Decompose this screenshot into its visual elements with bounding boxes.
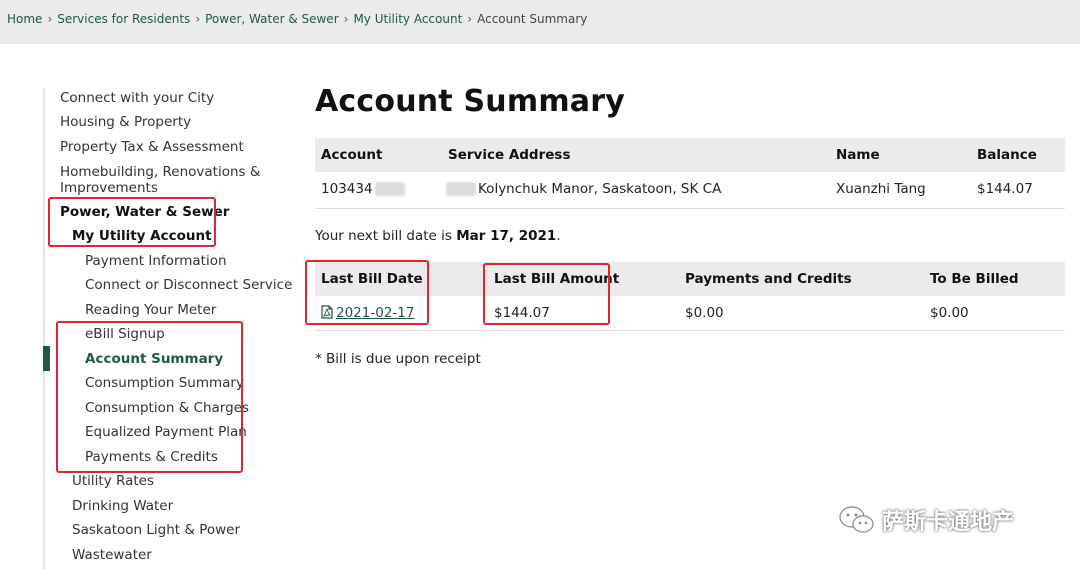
breadcrumb-separator: › — [343, 12, 349, 26]
breadcrumb-my-utility-account[interactable]: My Utility Account — [353, 12, 462, 26]
highlight-box-last-bill-date — [305, 260, 429, 325]
column-header-name: Name — [836, 147, 880, 163]
breadcrumb-separator: › — [195, 12, 201, 26]
redacted-mask — [374, 182, 405, 196]
highlight-box-power-water-sewer — [48, 197, 216, 247]
payments-credits-amount: $0.00 — [685, 305, 724, 321]
sidebar-item-connect-with-your-city[interactable]: Connect with your City — [60, 90, 214, 106]
breadcrumb: Home › Services for Residents › Power, Water… — [0, 0, 1080, 44]
column-header-service-address: Service Address — [448, 147, 571, 163]
breadcrumb-current-page: Account Summary — [477, 12, 588, 26]
service-address: Kolynchuk Manor, Saskatoon, SK CA — [478, 181, 722, 197]
account-table-header — [315, 138, 1065, 172]
next-bill-suffix: . — [556, 228, 561, 244]
account-number-cell: 103434 — [321, 181, 405, 197]
sidebar-item-drinking-water[interactable]: Drinking Water — [72, 498, 173, 514]
sidebar-item-saskatoon-light-power[interactable]: Saskatoon Light & Power — [72, 522, 240, 538]
wechat-icon — [839, 506, 874, 533]
active-item-marker — [43, 346, 50, 371]
breadcrumb-services-for-residents[interactable]: Services for Residents — [57, 12, 190, 26]
sidebar-item-housing-property[interactable]: Housing & Property — [60, 114, 191, 130]
watermark: 萨斯卡通地产 — [838, 504, 1014, 536]
highlight-box-account-submenu — [56, 321, 243, 473]
sidebar-item-property-tax[interactable]: Property Tax & Assessment — [60, 139, 244, 155]
account-balance: $144.07 — [977, 181, 1033, 197]
table-divider — [315, 330, 1065, 331]
next-bill-prefix: Your next bill date is — [315, 228, 457, 244]
sidebar-item-utility-rates[interactable]: Utility Rates — [72, 473, 154, 489]
sidebar-item-connect-disconnect[interactable]: Connect or Disconnect Service — [85, 277, 292, 293]
breadcrumb-separator: › — [47, 12, 53, 26]
redacted-mask — [446, 182, 476, 196]
breadcrumb-home[interactable]: Home — [7, 12, 42, 26]
account-holder-name: Xuanzhi Tang — [836, 181, 926, 197]
breadcrumb-power-water-sewer[interactable]: Power, Water & Sewer — [205, 12, 339, 26]
sidebar-item-homebuilding[interactable]: Homebuilding, Renovations & Improvements — [60, 164, 270, 196]
sidebar-rule — [43, 88, 45, 569]
page-title: Account Summary — [315, 84, 625, 119]
column-header-to-be-billed: To Be Billed — [930, 271, 1019, 287]
column-header-account: Account — [321, 147, 383, 163]
next-bill-date-text: Your next bill date is Mar 17, 2021. — [315, 228, 561, 244]
service-address-cell: Kolynchuk Manor, Saskatoon, SK CA — [446, 181, 721, 197]
column-header-payments-credits: Payments and Credits — [685, 271, 852, 287]
account-number: 103434 — [321, 181, 373, 197]
sidebar-item-payment-information[interactable]: Payment Information — [85, 253, 227, 269]
table-divider — [315, 208, 1065, 209]
to-be-billed-amount: $0.00 — [930, 305, 969, 321]
breadcrumb-separator: › — [467, 12, 473, 26]
sidebar-item-reading-your-meter[interactable]: Reading Your Meter — [85, 302, 216, 318]
column-header-balance: Balance — [977, 147, 1037, 163]
next-bill-date: Mar 17, 2021 — [456, 228, 557, 244]
watermark-text: 萨斯卡通地产 — [882, 510, 1015, 535]
sidebar-item-wastewater[interactable]: Wastewater — [72, 547, 152, 563]
highlight-box-last-bill-amount — [483, 263, 610, 325]
footnote: * Bill is due upon receipt — [315, 351, 481, 367]
